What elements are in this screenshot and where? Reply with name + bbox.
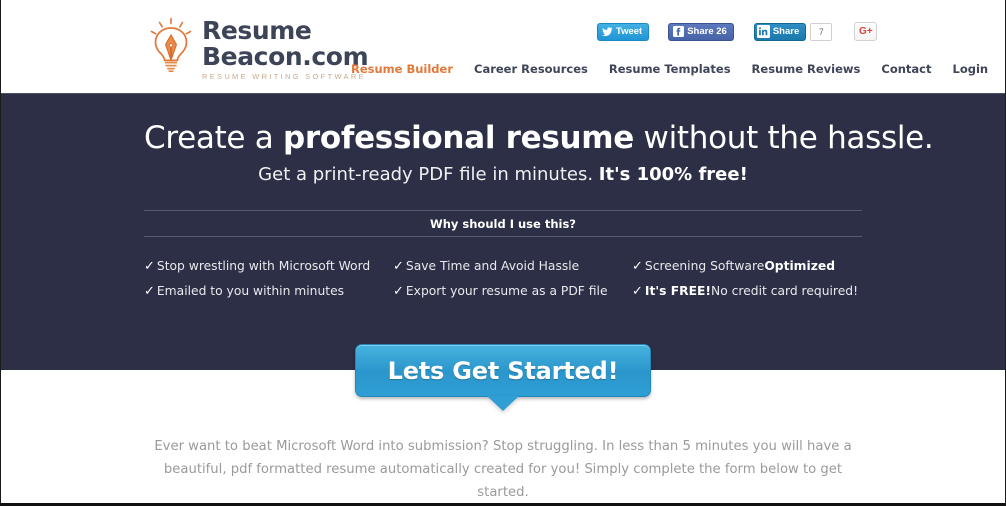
check-icon: ✓	[632, 259, 643, 274]
nav-item-resume-builder[interactable]: Resume Builder	[351, 62, 453, 76]
nav-item-login[interactable]: Login	[953, 62, 989, 76]
social-share-bar: Tweet Share 26 Share 7 G+	[597, 22, 878, 41]
cta-container: Lets Get Started!	[1, 344, 1005, 411]
cta-label: Lets Get Started!	[387, 356, 619, 385]
twitter-tweet-button[interactable]: Tweet	[597, 22, 650, 41]
twitter-tweet-label: Tweet	[616, 26, 643, 37]
feature-label: Stop wrestling with Microsoft Word	[156, 259, 371, 273]
feature-column-1: ✓ Stop wrestling with Microsoft Word ✓ E…	[144, 254, 393, 304]
page-subtitle: Get a print-ready PDF file in minutes. I…	[144, 164, 862, 186]
lets-get-started-button[interactable]: Lets Get Started!	[355, 344, 651, 397]
why-use-this-label: Why should I use this?	[430, 217, 576, 231]
nav-item-resume-templates[interactable]: Resume Templates	[609, 62, 731, 76]
feature-column-3: ✓ Screening Software Optimized ✓ It's FR…	[632, 254, 862, 304]
logo-line-1: Resume	[202, 16, 312, 45]
cta-pointer-triangle	[487, 396, 519, 411]
linkedin-share-count: 7	[810, 22, 833, 41]
why-divider-block: Why should I use this?	[144, 210, 862, 237]
feature-label-post: No credit card required!	[711, 284, 859, 298]
subtitle-part-1: Get a print-ready PDF file in minutes.	[258, 164, 599, 185]
nav-item-resume-reviews[interactable]: Resume Reviews	[752, 62, 861, 76]
feature-label-emphasis: Optimized	[764, 259, 836, 273]
subtitle-emphasis: It's 100% free!	[598, 164, 748, 185]
headline-part-2: without the hassle.	[634, 120, 934, 156]
facebook-share-label: Share 26	[687, 26, 727, 37]
lightbulb-pen-icon	[150, 17, 192, 73]
hero-section: Create a professional resume without the…	[1, 93, 1005, 370]
feature-label: Emailed to you within minutes	[156, 284, 345, 298]
linkedin-share-button[interactable]: Share	[753, 22, 807, 41]
google-plus-button[interactable]: G+	[854, 22, 878, 41]
feature-column-2: ✓ Save Time and Avoid Hassle ✓ Export yo…	[393, 254, 632, 304]
logo-wordmark: Resume Beacon.com RESUME WRITING SOFTWAR…	[202, 16, 369, 81]
site-logo[interactable]: Resume Beacon.com RESUME WRITING SOFTWAR…	[148, 16, 369, 81]
feature-label: Save Time and Avoid Hassle	[405, 259, 580, 273]
feature-label-emphasis: It's FREE!	[644, 284, 712, 298]
landing-page: Resume Beacon.com RESUME WRITING SOFTWAR…	[0, 0, 1006, 506]
check-icon: ✓	[144, 284, 155, 299]
facebook-f-icon	[673, 26, 685, 37]
feature-label-pre: Screening Software	[644, 259, 765, 273]
feature-item: ✓ Stop wrestling with Microsoft Word	[144, 254, 393, 279]
feature-item: ✓ Screening Software Optimized	[632, 254, 862, 279]
site-header: Resume Beacon.com RESUME WRITING SOFTWAR…	[1, 0, 1005, 93]
feature-item: ✓ Save Time and Avoid Hassle	[393, 254, 632, 279]
page-title: Create a professional resume without the…	[144, 120, 934, 156]
check-icon: ✓	[632, 284, 643, 299]
nav-item-career-resources[interactable]: Career Resources	[474, 62, 588, 76]
twitter-bird-icon	[602, 26, 613, 37]
feature-label: Export your resume as a PDF file	[405, 284, 608, 298]
nav-item-contact[interactable]: Contact	[881, 62, 931, 76]
feature-item: ✓ Emailed to you within minutes	[144, 279, 393, 304]
headline-emphasis: professional resume	[283, 120, 634, 156]
feature-list: ✓ Stop wrestling with Microsoft Word ✓ E…	[144, 254, 862, 304]
feature-item: ✓ It's FREE! No credit card required!	[632, 279, 862, 304]
check-icon: ✓	[393, 259, 404, 274]
check-icon: ✓	[144, 259, 155, 274]
main-navigation: Resume Builder Career Resources Resume T…	[351, 62, 988, 76]
headline-part-1: Create a	[144, 120, 284, 156]
logo-tagline: RESUME WRITING SOFTWARE	[202, 72, 366, 81]
linkedin-in-icon	[756, 25, 770, 38]
google-plus-icon: G+	[858, 26, 873, 37]
check-icon: ✓	[393, 284, 404, 299]
hero-content: Create a professional resume without the…	[144, 94, 934, 304]
facebook-share-button[interactable]: Share 26	[668, 22, 734, 41]
feature-item: ✓ Export your resume as a PDF file	[393, 279, 632, 304]
linkedin-share-label: Share	[772, 26, 800, 37]
logo-line-2: Beacon.com	[202, 42, 369, 71]
divider-bottom	[144, 236, 862, 237]
